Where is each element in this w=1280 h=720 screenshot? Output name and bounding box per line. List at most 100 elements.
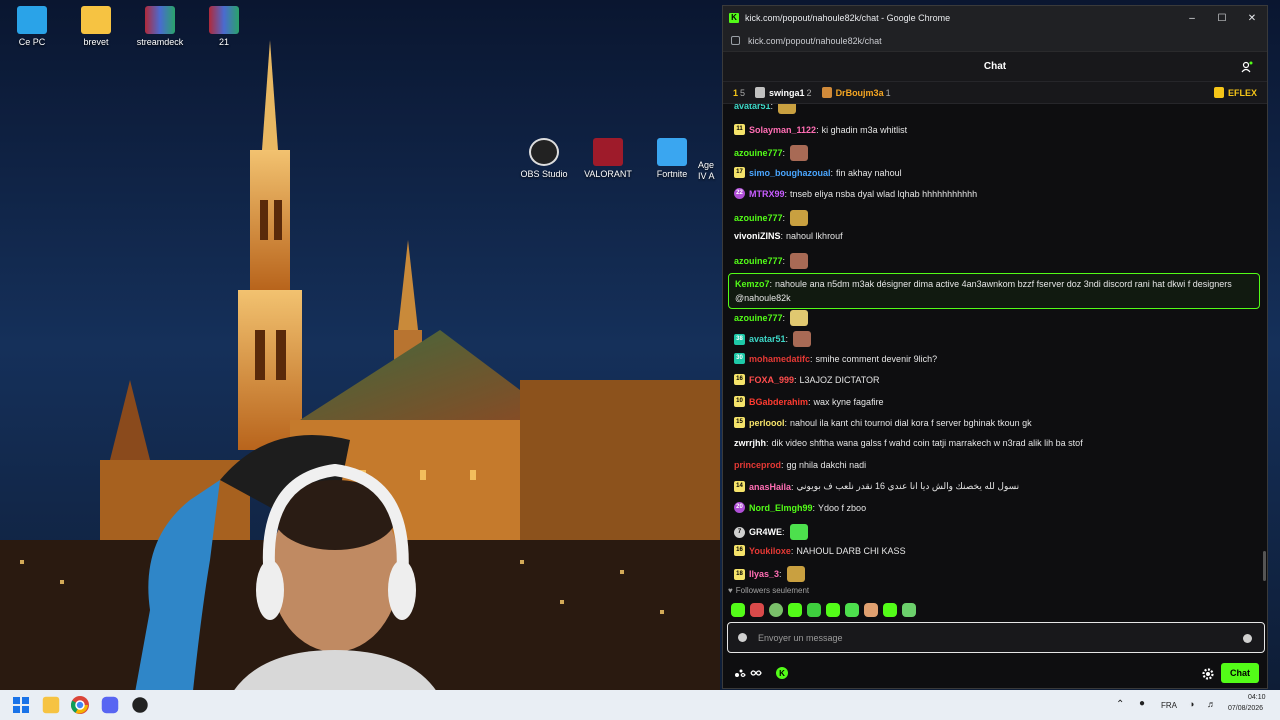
- chat-emote-icon[interactable]: [793, 331, 812, 347]
- chat-username[interactable]: vivoniZINS: [734, 231, 781, 241]
- chat-username[interactable]: princeprod: [734, 460, 781, 470]
- desktop-icon-age[interactable]: Age IV A: [698, 160, 724, 182]
- obs-icon: [529, 138, 559, 166]
- kick-points-icon[interactable]: [733, 666, 747, 680]
- chat-separator: :: [808, 396, 811, 407]
- obs-taskbar-icon[interactable]: [132, 697, 148, 713]
- chat-separator: :: [790, 545, 794, 556]
- webcam-overlay: [130, 435, 450, 720]
- chat-username[interactable]: avatar51: [749, 334, 786, 344]
- chat-emote-icon[interactable]: [790, 145, 809, 161]
- chat-message-input[interactable]: [758, 632, 1198, 643]
- chat-separator: :: [782, 527, 785, 537]
- chat-username[interactable]: Nord_Elmgh99: [749, 503, 813, 513]
- minimize-button[interactable]: –: [1177, 13, 1207, 24]
- emote-quick-1[interactable]: [731, 603, 745, 617]
- url-text[interactable]: kick.com/popout/nahoule82k/chat: [748, 36, 882, 46]
- tray-chevron-up-icon[interactable]: ⌃: [1116, 699, 1124, 710]
- maximize-button[interactable]: ☐: [1207, 13, 1237, 24]
- desktop-icon-streamdeck[interactable]: streamdeck: [125, 6, 195, 48]
- emote-quick-4[interactable]: [788, 603, 802, 617]
- chat-username[interactable]: Youkiloxe: [749, 546, 791, 556]
- svg-text:K: K: [779, 669, 785, 678]
- chat-emote-icon[interactable]: [790, 310, 809, 326]
- chat-separator: :: [766, 438, 769, 448]
- chat-username[interactable]: MTRX99: [749, 189, 785, 199]
- chat-emote-icon[interactable]: [786, 566, 805, 582]
- emote-quick-9[interactable]: [883, 603, 897, 617]
- chat-username[interactable]: zwrrjhh: [734, 438, 766, 448]
- leaderboard-entry[interactable]: 1 5: [733, 88, 745, 98]
- chat-username[interactable]: azouine777: [734, 213, 783, 223]
- chat-username[interactable]: FOXA_999: [749, 375, 794, 385]
- chat-username[interactable]: Kemzo7: [735, 279, 770, 289]
- chat-emote-icon[interactable]: [789, 524, 808, 540]
- chat-username[interactable]: Solayman_1122: [749, 125, 816, 135]
- chat-scrollbar[interactable]: [1263, 551, 1266, 581]
- desktop-icon-brevet[interactable]: brevet: [61, 6, 131, 48]
- send-chat-button[interactable]: Chat: [1221, 663, 1259, 683]
- kick-logo-icon: K: [729, 13, 739, 23]
- file-explorer-icon[interactable]: [42, 696, 60, 714]
- emote-quick-2[interactable]: [750, 603, 764, 617]
- desktop-icon-valorant[interactable]: VALORANT: [573, 138, 643, 180]
- clock-time[interactable]: 04:10: [1248, 694, 1266, 701]
- chat-username[interactable]: mohamedatifc: [749, 354, 810, 364]
- subscriber-badge: 30: [734, 353, 745, 364]
- chat-mode-icon[interactable]: [738, 633, 747, 642]
- chat-emote-icon[interactable]: [790, 210, 809, 226]
- chat-username[interactable]: anasHaila: [749, 482, 791, 492]
- chat-username[interactable]: Ilyas_3: [749, 569, 779, 579]
- chat-username[interactable]: azouine777: [734, 148, 783, 158]
- infinity-icon[interactable]: [749, 666, 763, 680]
- desktop-icon-fortnite[interactable]: Fortnite: [637, 138, 707, 180]
- chat-username[interactable]: azouine777: [734, 256, 783, 266]
- network-icon[interactable]: ◑: [1189, 699, 1194, 709]
- chat-username[interactable]: azouine777: [734, 313, 783, 323]
- desktop-icon-ce-pc[interactable]: Ce PC: [0, 6, 67, 48]
- kick-green-badge-icon[interactable]: K: [775, 666, 789, 680]
- leaderboard-top-user[interactable]: EFLEX: [1213, 87, 1257, 98]
- chat-username[interactable]: perloool: [749, 418, 785, 428]
- desktop-icon-21[interactable]: 21: [189, 6, 259, 48]
- desktop-icon-obs-studio[interactable]: OBS Studio: [509, 138, 579, 180]
- language-indicator[interactable]: FRA: [1161, 701, 1177, 710]
- fortnite-icon: [657, 138, 687, 166]
- emote-quick-10[interactable]: [902, 603, 916, 617]
- emote-quick-8[interactable]: [864, 603, 878, 617]
- chat-username[interactable]: simo_boughazoual: [749, 168, 831, 178]
- chat-emote-icon[interactable]: [790, 253, 809, 269]
- subscriber-badge: 7: [734, 526, 745, 538]
- volume-icon[interactable]: ♬: [1207, 699, 1216, 709]
- chat-username[interactable]: BGabderahim: [749, 397, 808, 407]
- chat-username[interactable]: avatar51: [734, 104, 771, 111]
- chat-emote-icon[interactable]: [778, 104, 797, 114]
- discord-icon[interactable]: [101, 696, 119, 714]
- followers-only-label: Followers seulement: [735, 586, 810, 595]
- emote-quick-7[interactable]: [845, 603, 859, 617]
- microphone-icon[interactable]: ●: [1139, 698, 1145, 709]
- close-button[interactable]: ✕: [1237, 13, 1267, 24]
- valorant-icon: [593, 138, 623, 166]
- emote-quick-5[interactable]: [807, 603, 821, 617]
- chat-separator: :: [780, 231, 784, 241]
- archive-icon: [209, 6, 239, 34]
- chat-separator: :: [782, 148, 786, 158]
- monitor-icon: [17, 6, 47, 34]
- site-info-icon[interactable]: [731, 36, 740, 45]
- chat-username[interactable]: GR4WE: [749, 527, 782, 537]
- gear-icon[interactable]: [1201, 667, 1215, 681]
- emote-quick-6[interactable]: [826, 603, 840, 617]
- chrome-icon[interactable]: [69, 694, 91, 716]
- emote-quick-3[interactable]: [769, 603, 783, 617]
- leaderboard-entry[interactable]: DrBoujm3a 1: [821, 87, 891, 98]
- url-bar[interactable]: kick.com/popout/nahoule82k/chat: [723, 30, 1267, 52]
- gift-leaderboard[interactable]: 1 5 swinga1 2 DrBoujm3a 1 EFLEX: [723, 82, 1267, 104]
- windows-start-icon[interactable]: [10, 694, 32, 716]
- user-settings-icon[interactable]: [1241, 61, 1253, 73]
- clock-date[interactable]: 07/08/2026: [1228, 705, 1263, 712]
- chat-text: NAHOUL DARB CHI KASS: [796, 545, 906, 556]
- chat-input-box[interactable]: [727, 622, 1265, 653]
- leaderboard-entry[interactable]: swinga1 2: [755, 87, 812, 98]
- emoji-picker-icon[interactable]: [1243, 634, 1252, 643]
